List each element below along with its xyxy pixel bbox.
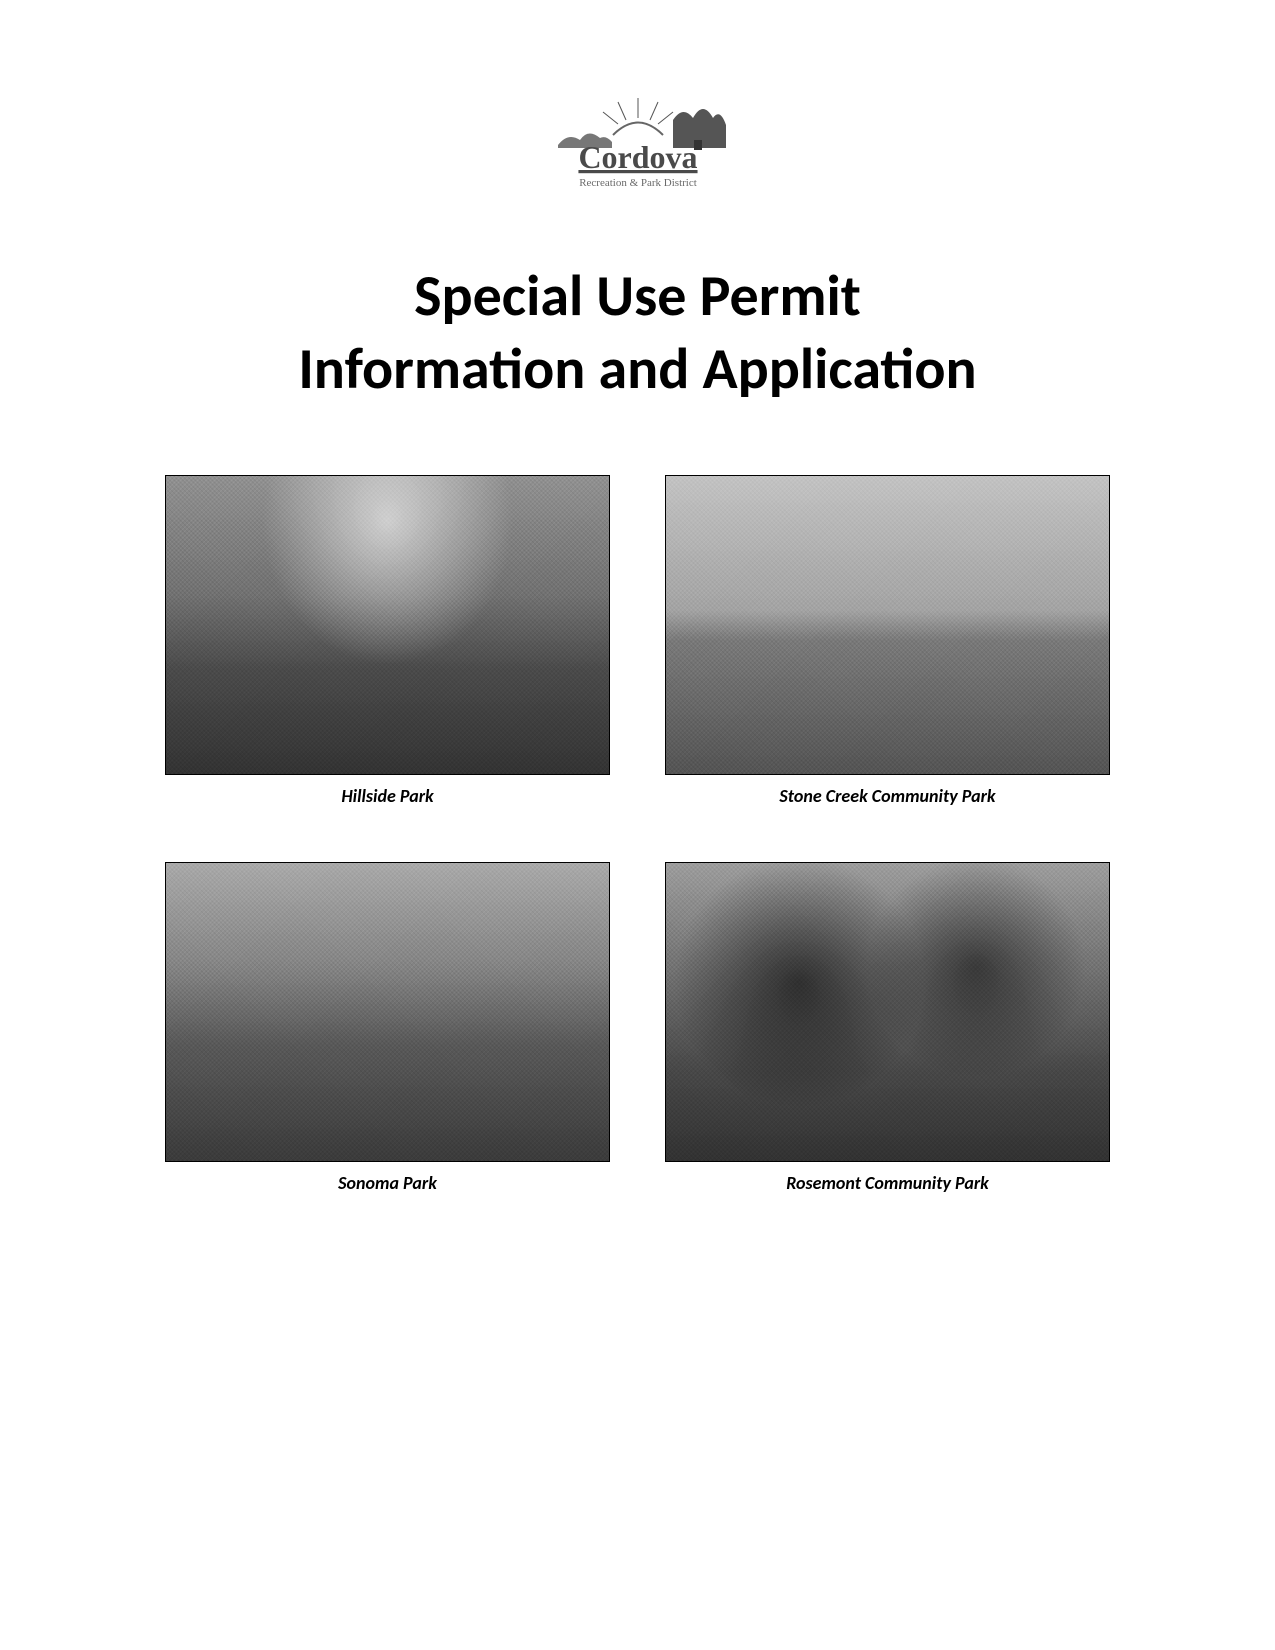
- park-image-rosemont: [665, 862, 1110, 1162]
- cordova-logo: Cordova Recreation & Park District: [508, 90, 768, 200]
- park-image-grid: Hillside Park Stone Creek Community Park…: [165, 475, 1110, 1194]
- park-caption: Rosemont Community Park: [786, 1172, 989, 1194]
- park-caption: Sonoma Park: [338, 1172, 437, 1194]
- park-caption: Hillside Park: [341, 785, 433, 807]
- svg-text:Recreation & Park District: Recreation & Park District: [579, 177, 697, 189]
- svg-text:Cordova: Cordova: [578, 139, 697, 175]
- title-line-2: Information and Application: [298, 333, 976, 406]
- park-card-sonoma: Sonoma Park: [165, 862, 610, 1194]
- title-line-1: Special Use Permit: [298, 260, 976, 333]
- page-title: Special Use Permit Information and Appli…: [298, 260, 976, 405]
- park-image-sonoma: [165, 862, 610, 1162]
- park-card-hillside: Hillside Park: [165, 475, 610, 807]
- park-caption: Stone Creek Community Park: [779, 785, 995, 807]
- park-card-stone-creek: Stone Creek Community Park: [665, 475, 1110, 807]
- park-card-rosemont: Rosemont Community Park: [665, 862, 1110, 1194]
- park-image-stone-creek: [665, 475, 1110, 775]
- logo-icon: Cordova Recreation & Park District: [508, 90, 768, 200]
- park-image-hillside: [165, 475, 610, 775]
